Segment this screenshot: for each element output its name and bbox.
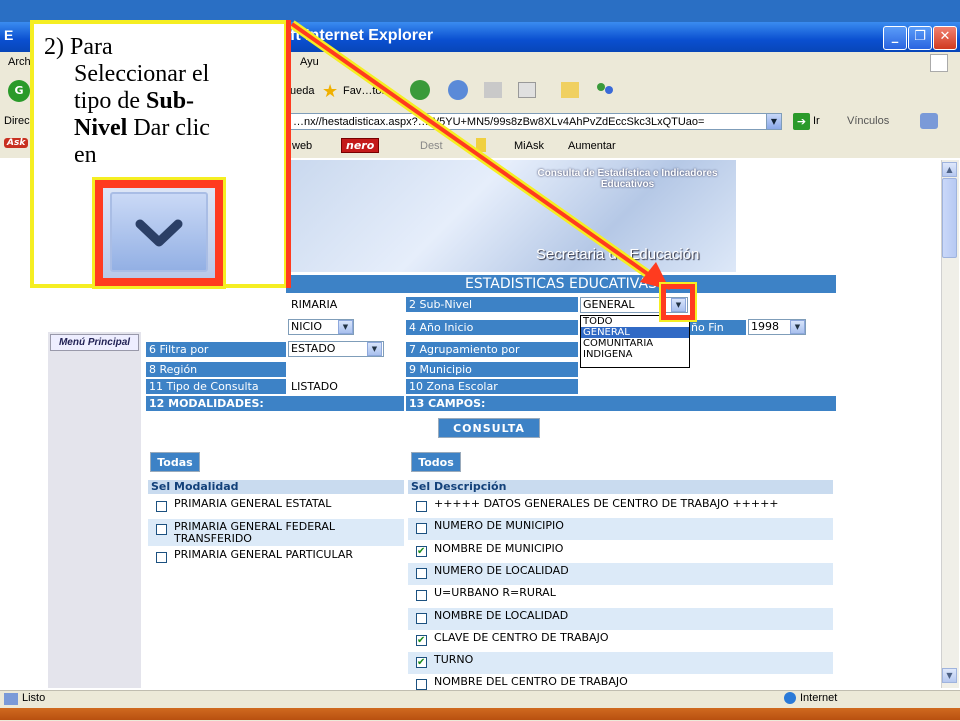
instruction-text: 2) Para Seleccionar el tipo de Sub- Nive… <box>44 34 274 169</box>
instruction-line-1: 2) Para <box>44 34 113 60</box>
instruction-line-5: en <box>74 142 97 168</box>
instruction-line-2: Seleccionar el <box>74 61 210 87</box>
instruction-line-3: tipo de Sub- <box>74 88 195 114</box>
chevron-down-icon <box>135 219 183 247</box>
instruction-line-4: Nivel Dar clic <box>74 115 210 141</box>
dropdown-highlight-frame <box>659 282 697 322</box>
callout-red-line <box>286 20 291 288</box>
zoomed-dropdown-button <box>110 192 208 272</box>
